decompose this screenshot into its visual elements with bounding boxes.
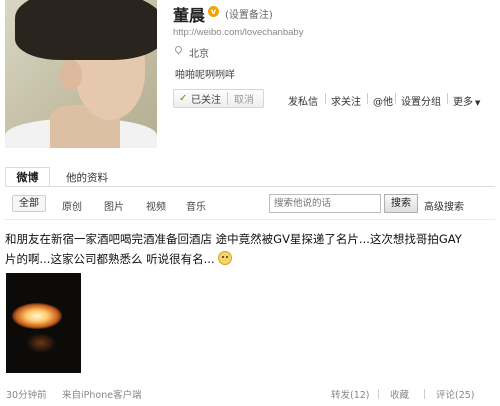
mention-link[interactable]: @他 [373, 93, 393, 108]
filter-all-button[interactable]: 全部 [12, 195, 46, 212]
search-input[interactable] [269, 194, 381, 213]
image-glow [26, 333, 56, 353]
divider [447, 93, 448, 104]
post-text-line-2-wrap: 片的啊...这家公司都熟悉么 听说很有名... [5, 249, 495, 269]
more-menu[interactable]: 更多 ▼ [453, 93, 480, 108]
divider [424, 389, 425, 399]
divider [367, 93, 368, 104]
divider [395, 93, 396, 104]
avatar-ear [60, 60, 82, 90]
tab-divider [5, 186, 495, 187]
followed-label: 已关注 [191, 95, 221, 106]
post-text: 和朋友在新宿一家酒吧喝完酒准备回酒店 途中竟然被GV星探递了名片...这次想找哥… [5, 229, 495, 269]
post-text-line-1: 和朋友在新宿一家酒吧喝完酒准备回酒店 途中竟然被GV星探递了名片...这次想找哥… [5, 232, 462, 246]
set-group-link[interactable]: 设置分组 [401, 93, 441, 108]
divider [325, 93, 326, 104]
filter-videos[interactable]: 视频 [146, 198, 166, 213]
send-message-link[interactable]: 发私信 [288, 93, 318, 108]
tab-profile-info[interactable]: 他的资料 [66, 170, 108, 185]
post-time[interactable]: 30分钟前 [6, 387, 47, 401]
divider [227, 92, 228, 105]
tab-weibo[interactable]: 微博 [5, 167, 50, 187]
request-follow-link[interactable]: 求关注 [331, 93, 361, 108]
check-icon: ✓ [179, 93, 188, 104]
comment-link[interactable]: 评论(25) [436, 387, 475, 401]
more-label: 更多 [453, 97, 473, 108]
profile-url[interactable]: http://weibo.com/lovechanbaby [173, 27, 303, 38]
follow-status-box: ✓ 已关注 取消 [173, 89, 264, 108]
search-button[interactable]: 搜索 [384, 194, 418, 213]
post-text-line-2: 片的啊...这家公司都熟悉么 听说很有名... [5, 252, 215, 266]
profile-location: 北京 [189, 49, 209, 60]
repost-link[interactable]: 转发(12) [331, 387, 370, 401]
filter-images[interactable]: 图片 [104, 198, 124, 213]
post-image-thumbnail[interactable] [6, 273, 81, 373]
chevron-down-icon: ▼ [475, 99, 481, 107]
unfollow-button[interactable]: 取消 [234, 91, 254, 106]
filter-divider [5, 219, 495, 220]
profile-avatar[interactable] [5, 0, 157, 148]
image-light [12, 303, 62, 329]
vip-badge-icon[interactable]: v [208, 6, 219, 17]
filter-original[interactable]: 原创 [62, 198, 82, 213]
set-remark-link[interactable]: (设置备注) [225, 6, 273, 21]
advanced-search-link[interactable]: 高级搜索 [424, 198, 464, 213]
filter-music[interactable]: 音乐 [186, 198, 206, 213]
location-pin-icon [173, 44, 184, 55]
scared-face-emoji-icon [217, 251, 232, 265]
avatar-hair [15, 0, 157, 60]
divider [378, 389, 379, 399]
profile-bio: 啪啪呢咧咧咩 [175, 70, 235, 81]
profile-name: 董晨 [173, 6, 206, 25]
post-source[interactable]: 来自iPhone客户端 [62, 387, 142, 401]
favorite-link[interactable]: 收藏 [390, 387, 409, 401]
